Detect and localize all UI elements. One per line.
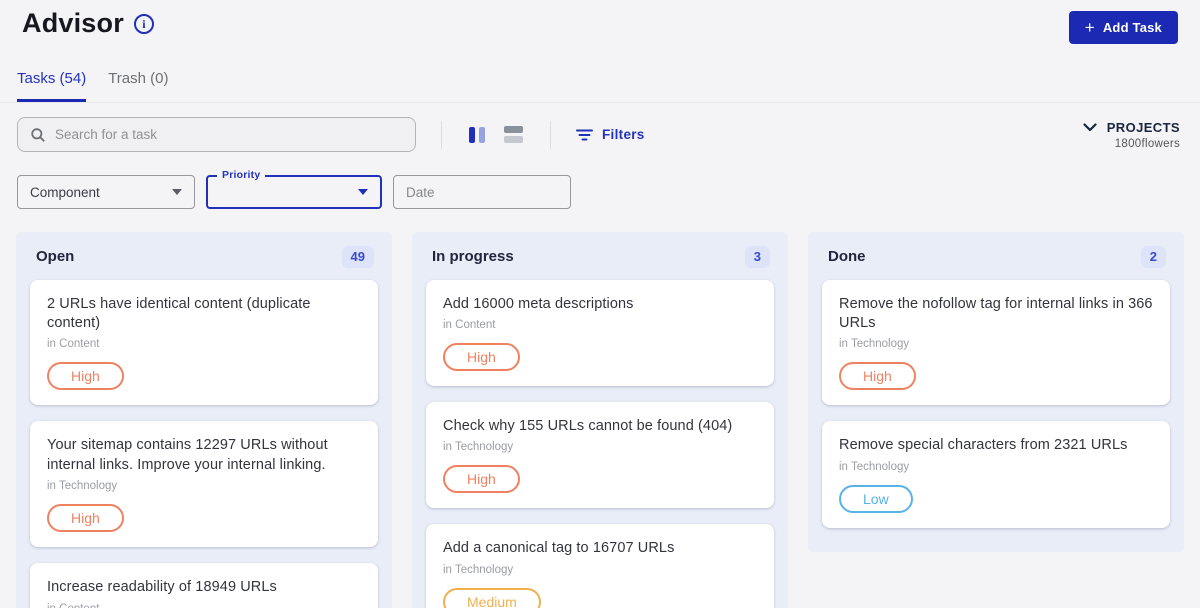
component-filter-select[interactable]: Component bbox=[17, 175, 195, 209]
task-title: Check why 155 URLs cannot be found (404) bbox=[443, 418, 733, 435]
task-card[interactable]: Remove special characters from 2321 URLs… bbox=[822, 421, 1170, 528]
add-task-label: Add Task bbox=[1102, 20, 1162, 35]
search-input[interactable] bbox=[55, 127, 403, 142]
task-card[interactable]: Add 16000 meta descriptions in Content H… bbox=[426, 279, 774, 387]
filter-row: Component Priority Date bbox=[0, 152, 1200, 209]
projects-dropdown[interactable]: PROJECTS bbox=[1083, 120, 1180, 135]
task-card[interactable]: Your sitemap contains 12297 URLs without… bbox=[30, 421, 378, 548]
component-filter-label: Component bbox=[30, 184, 100, 200]
caret-down-icon bbox=[358, 189, 368, 195]
tab-trash[interactable]: Trash (0) bbox=[108, 60, 168, 102]
task-title: Remove the nofollow tag for internal lin… bbox=[839, 295, 1153, 332]
task-card[interactable]: Increase readability of 18949 URLs in Co… bbox=[30, 563, 378, 608]
filter-icon bbox=[576, 129, 593, 140]
task-category: in Content bbox=[47, 338, 100, 351]
info-icon[interactable]: i bbox=[133, 13, 154, 34]
task-card[interactable]: Check why 155 URLs cannot be found (404)… bbox=[426, 402, 774, 509]
task-title: Increase readability of 18949 URLs bbox=[47, 579, 277, 596]
kanban-view-icon[interactable] bbox=[467, 125, 487, 145]
task-card[interactable]: Remove the nofollow tag for internal lin… bbox=[822, 279, 1170, 406]
date-filter-label: Date bbox=[406, 184, 435, 200]
column-title: In progress bbox=[432, 248, 514, 266]
column-open: Open 49 2 URLs have identical content (d… bbox=[16, 232, 392, 608]
column-count-badge: 2 bbox=[1140, 246, 1166, 268]
task-category: in Content bbox=[47, 603, 361, 608]
task-category: in Technology bbox=[47, 480, 118, 493]
page-title: Advisor bbox=[22, 8, 124, 38]
column-count-badge: 49 bbox=[341, 246, 374, 268]
column-done: Done 2 Remove the nofollow tag for inter… bbox=[808, 232, 1184, 552]
task-category: in Technology bbox=[443, 441, 514, 454]
priority-badge: High bbox=[839, 362, 916, 391]
task-category: in Content bbox=[443, 319, 496, 332]
priority-filter-select[interactable]: Priority bbox=[206, 169, 382, 209]
divider bbox=[441, 120, 442, 149]
priority-badge: Low bbox=[839, 484, 913, 513]
projects-label: PROJECTS bbox=[1106, 119, 1180, 135]
task-category: in Technology bbox=[443, 563, 514, 576]
search-icon bbox=[31, 127, 45, 142]
toolbar: Filters PROJECTS 1800flowers bbox=[0, 103, 1200, 152]
priority-badge: High bbox=[443, 465, 520, 494]
caret-down-icon bbox=[172, 189, 182, 195]
filters-label: Filters bbox=[602, 127, 645, 142]
task-card[interactable]: 2 URLs have identical content (duplicate… bbox=[30, 279, 378, 406]
column-title: Done bbox=[828, 248, 866, 266]
filters-button[interactable]: Filters bbox=[576, 127, 645, 142]
task-category: in Technology bbox=[839, 460, 910, 473]
task-title: Add 16000 meta descriptions bbox=[443, 295, 634, 312]
task-title: 2 URLs have identical content (duplicate… bbox=[47, 295, 311, 332]
tab-tasks[interactable]: Tasks (54) bbox=[17, 60, 87, 102]
priority-badge: High bbox=[47, 504, 124, 533]
priority-filter-label: Priority bbox=[217, 169, 266, 181]
divider bbox=[550, 120, 551, 149]
task-card[interactable]: Add a canonical tag to 16707 URLs in Tec… bbox=[426, 524, 774, 608]
plus-icon: + bbox=[1084, 18, 1095, 37]
task-title: Remove special characters from 2321 URLs bbox=[839, 437, 1128, 454]
task-title: Add a canonical tag to 16707 URLs bbox=[443, 540, 675, 557]
search-box[interactable] bbox=[17, 117, 416, 152]
add-task-button[interactable]: + Add Task bbox=[1068, 11, 1178, 44]
priority-badge: High bbox=[47, 362, 124, 391]
priority-badge: High bbox=[443, 343, 520, 372]
list-view-icon[interactable] bbox=[502, 124, 525, 145]
project-name: 1800flowers bbox=[1114, 137, 1180, 150]
kanban-board: Open 49 2 URLs have identical content (d… bbox=[0, 209, 1200, 608]
column-title: Open bbox=[36, 248, 75, 266]
chevron-down-icon bbox=[1083, 122, 1097, 131]
tabs-row: Tasks (54) Trash (0) bbox=[0, 60, 1200, 103]
task-title: Your sitemap contains 12297 URLs without… bbox=[47, 437, 328, 473]
priority-badge: Medium bbox=[443, 587, 541, 608]
column-count-badge: 3 bbox=[744, 246, 770, 268]
column-in-progress: In progress 3 Add 16000 meta description… bbox=[412, 232, 788, 608]
date-filter-input[interactable]: Date bbox=[393, 175, 571, 209]
app-header: Advisor i + Add Task bbox=[0, 0, 1200, 56]
task-category: in Technology bbox=[839, 338, 910, 351]
